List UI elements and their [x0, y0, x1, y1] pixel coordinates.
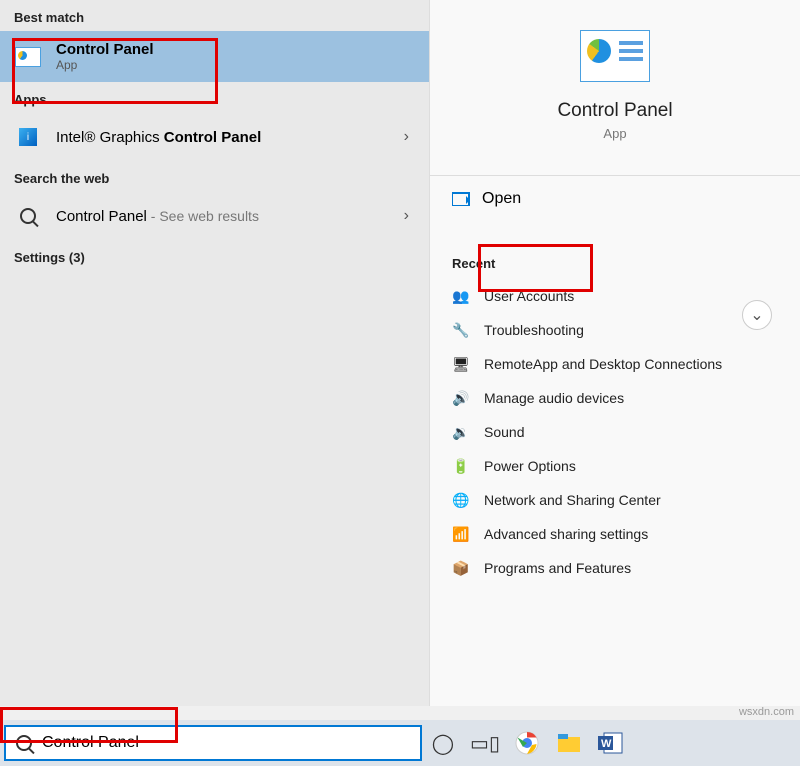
taskbar: ◯ ▭▯ W: [0, 720, 800, 766]
apps-label: Apps: [0, 82, 429, 113]
recent-item-icon: 🔧: [452, 321, 470, 339]
intel-icon: i: [14, 123, 42, 151]
settings-label[interactable]: Settings (3): [0, 240, 429, 271]
recent-item[interactable]: 📶 Advanced sharing settings: [430, 517, 800, 551]
recent-item[interactable]: 🌐 Network and Sharing Center: [430, 483, 800, 517]
chevron-down-icon: ⌄: [750, 305, 763, 325]
detail-title: Control Panel: [430, 100, 800, 122]
chrome-icon[interactable]: [506, 723, 548, 763]
expand-toggle[interactable]: ⌄: [742, 300, 772, 330]
chevron-right-icon[interactable]: ›: [398, 128, 415, 146]
file-explorer-icon[interactable]: [548, 723, 590, 763]
control-panel-icon-large: [580, 30, 650, 82]
chevron-right-icon[interactable]: ›: [398, 207, 415, 225]
web-result[interactable]: Control Panel - See web results ›: [0, 192, 429, 240]
recent-label: Recent: [430, 252, 800, 279]
task-view-icon[interactable]: ▭▯: [464, 723, 506, 763]
open-icon: [452, 192, 470, 206]
app-result-intel-graphics[interactable]: i Intel® Graphics Control Panel ›: [0, 113, 429, 161]
recent-item-label: Advanced sharing settings: [484, 526, 648, 542]
recent-item[interactable]: 🖥 RemoteApp and Desktop Connections: [430, 347, 800, 381]
open-action[interactable]: Open: [430, 176, 800, 222]
recent-item[interactable]: 🔉 Sound: [430, 415, 800, 449]
recent-item-icon: 🔋: [452, 457, 470, 475]
recent-item[interactable]: 🔋 Power Options: [430, 449, 800, 483]
recent-item-label: Troubleshooting: [484, 322, 584, 338]
control-panel-icon: [14, 43, 42, 71]
best-match-label: Best match: [0, 0, 429, 31]
detail-pane: Control Panel App Open ⌄ Recent 👥 User Ac…: [430, 0, 800, 706]
result-subtitle: App: [56, 58, 415, 72]
watermark: wsxdn.com: [739, 706, 794, 718]
recent-item[interactable]: 📦 Programs and Features: [430, 551, 800, 585]
detail-subtitle: App: [430, 126, 800, 141]
recent-item-label: Network and Sharing Center: [484, 492, 661, 508]
recent-item[interactable]: 🔊 Manage audio devices: [430, 381, 800, 415]
search-input[interactable]: [42, 734, 410, 752]
result-title: Control Panel: [56, 41, 154, 58]
recent-item-icon: 📶: [452, 525, 470, 543]
open-label: Open: [482, 190, 521, 208]
recent-item-icon: 📦: [452, 559, 470, 577]
recent-item-label: Manage audio devices: [484, 390, 624, 406]
word-icon[interactable]: W: [590, 723, 632, 763]
cortana-icon[interactable]: ◯: [422, 723, 464, 763]
web-label: Search the web: [0, 161, 429, 192]
recent-item-label: Sound: [484, 424, 524, 440]
best-match-result[interactable]: Control Panel App: [0, 31, 429, 82]
recent-item-icon: 🔊: [452, 389, 470, 407]
search-results-pane: Best match Control Panel App Apps i Inte…: [0, 0, 430, 706]
taskbar-search-box[interactable]: [4, 725, 422, 761]
recent-item-icon: 🔉: [452, 423, 470, 441]
recent-item-label: Programs and Features: [484, 560, 631, 576]
recent-item-icon: 👥: [452, 287, 470, 305]
svg-text:W: W: [601, 738, 612, 750]
recent-item-icon: 🌐: [452, 491, 470, 509]
recent-item-label: User Accounts: [484, 288, 574, 304]
recent-item-label: Power Options: [484, 458, 576, 474]
search-icon: [16, 735, 32, 751]
recent-item-label: RemoteApp and Desktop Connections: [484, 356, 722, 372]
recent-item-icon: 🖥: [452, 355, 470, 373]
search-icon: [14, 202, 42, 230]
